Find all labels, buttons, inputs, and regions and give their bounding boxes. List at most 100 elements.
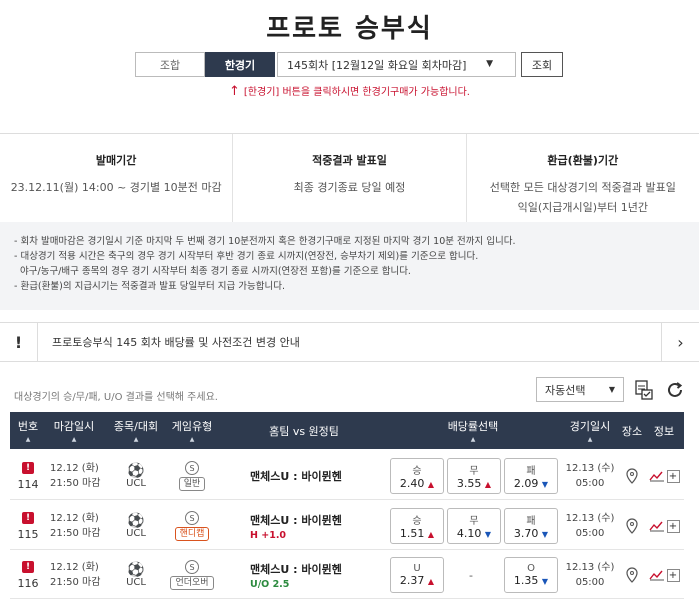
soccer-ball-icon: ⚽ (127, 512, 145, 529)
odds-up-icon: ▲ (427, 480, 435, 489)
close-time: 21:50 마감 (50, 478, 101, 489)
info-sale-period: 발매기간 23.12.11(월) 14:00 ~ 경기별 10분전 마감 (0, 134, 234, 222)
odds-button[interactable]: 승 1.51 ▲ (390, 508, 444, 544)
table-header: 번호 ▲ 마감일시 ▲ 종목/대회 ▲ 게임유형 ▲ 홈팀 vs 원정팀 배당률선택 ▲ … (10, 412, 684, 449)
game-type-tag: 언더오버 (170, 576, 214, 590)
close-date: 12.12 (화) (50, 562, 99, 573)
sports-s-icon: S (185, 461, 199, 475)
odds-down-icon: ▼ (541, 577, 549, 586)
location-pin-icon[interactable] (625, 567, 639, 583)
exclamation-icon: ! (0, 322, 38, 362)
lookup-button[interactable]: 조회 (521, 52, 563, 77)
tab-single-game[interactable]: 한경기 (205, 52, 275, 77)
soccer-ball-icon: ⚽ (127, 462, 145, 479)
add-info-icon[interactable]: + (666, 469, 680, 483)
odds-button[interactable]: 무 3.55 ▲ (447, 458, 501, 494)
table-row: ! 114 12.12 (화) 21:50 마감 ⚽ UCL S 일반 맨체스U… (10, 452, 684, 500)
league-name: UCL (126, 576, 146, 588)
odds-label: 무 (469, 516, 479, 527)
odds-label: O (527, 563, 535, 574)
odds-label: 패 (526, 466, 536, 477)
info-title: 환급(환불)기간 (547, 154, 619, 167)
note-line: - 환급(환불)의 지급시기는 적중결과 발표 당일부터 지급 가능합니다. (14, 281, 285, 292)
close-time: 21:50 마감 (50, 577, 101, 588)
info-result-date: 적중결과 발표일 최종 경기종료 당일 예정 (233, 134, 467, 222)
th-sport[interactable]: 종목/대회 ▲ (106, 412, 166, 449)
info-value: 선택한 모든 대상경기의 적중결과 발표일 (489, 181, 676, 194)
game-date: 12.13 (수) (565, 463, 615, 474)
sports-s-icon: S (185, 511, 199, 525)
round-select[interactable]: 145회차 [12월12일 화요일 회차마감] ▼ (277, 52, 516, 77)
th-teams: 홈팀 vs 원정팀 (269, 424, 339, 438)
th-odds: 배당률선택 ▲ (447, 420, 499, 443)
odds-button[interactable]: 승 2.40 ▲ (390, 458, 444, 494)
arrow-up-icon: ↑ (228, 84, 240, 99)
round-select-value: 145회차 [12월12일 화요일 회차마감] (287, 58, 467, 72)
odds-button[interactable]: U 2.37 ▲ (390, 557, 444, 593)
tab-combination[interactable]: 조합 (135, 52, 205, 77)
close-date: 12.12 (화) (50, 463, 99, 474)
odds-button[interactable]: O 1.35 ▼ (504, 557, 558, 593)
selection-guide: 대상경기의 승/무/패, U/O 결과를 선택해 주세요. (14, 392, 218, 403)
sale-info-panel: 발매기간 23.12.11(월) 14:00 ~ 경기별 10분전 마감 적중결… (0, 134, 699, 222)
odds-value: 2.37 (399, 574, 425, 587)
odds-value: 1.51 (399, 527, 425, 540)
odds-value: 1.35 (513, 574, 539, 587)
odds-value: 2.09 (513, 477, 539, 490)
banner-text: 프로토승부식 145 회차 배당률 및 사전조건 변경 안내 (52, 336, 300, 349)
caret-down-icon: ▼ (486, 59, 493, 69)
auto-select-dropdown[interactable]: 자동선택 ▼ (536, 377, 624, 402)
th-close-time[interactable]: 마감일시 ▲ (46, 412, 102, 449)
notice-badge-icon[interactable]: ! (22, 511, 34, 524)
game-number: 114 (17, 477, 39, 491)
odds-label: 승 (412, 466, 422, 477)
odds-button[interactable]: 패 2.09 ▼ (504, 458, 558, 494)
stats-chart-icon[interactable] (648, 520, 665, 532)
chevron-right-icon[interactable]: › (661, 322, 699, 362)
game-type-tag: 핸디캡 (174, 527, 210, 541)
odds-up-icon: ▲ (427, 530, 435, 539)
add-info-icon[interactable]: + (666, 568, 680, 582)
odds-value: 2.40 (399, 477, 425, 490)
odds-value: 3.55 (456, 477, 482, 490)
refresh-icon[interactable] (664, 379, 686, 401)
notice-badge-icon[interactable]: ! (22, 461, 34, 474)
info-title: 발매기간 (95, 154, 137, 167)
rules-notes: - 회차 발매마감은 경기일시 기준 마지막 두 번째 경기 10분전까지 혹은… (0, 222, 699, 310)
location-pin-icon[interactable] (625, 518, 639, 534)
stats-chart-icon[interactable] (648, 470, 665, 482)
th-info: 정보 (653, 424, 675, 438)
th-venue: 장소 (621, 424, 643, 438)
table-row: ! 116 12.12 (화) 21:50 마감 ⚽ UCL S 언더오버 맨체… (10, 551, 684, 599)
soccer-ball-icon: ⚽ (127, 561, 145, 578)
th-game-type[interactable]: 게임유형 ▲ (166, 412, 218, 449)
th-number[interactable]: 번호 ▲ (10, 412, 46, 449)
notice-text: [한경기] 버튼을 클릭하시면 한경기구매가 가능합니다. (243, 87, 470, 98)
info-value: 23.12.11(월) 14:00 ~ 경기별 10분전 마감 (10, 181, 222, 194)
info-value: 최종 경기종료 당일 예정 (293, 181, 406, 194)
odds-button[interactable]: 무 4.10 ▼ (447, 508, 501, 544)
odds-button[interactable]: 패 3.70 ▼ (504, 508, 558, 544)
league-name: UCL (126, 477, 146, 489)
match-condition: H +1.0 (250, 529, 287, 541)
odds-empty: - (469, 569, 473, 582)
add-info-icon[interactable]: + (666, 519, 680, 533)
match-teams: 맨체스U : 바이뮌헨 (250, 470, 342, 483)
game-number: 115 (17, 527, 39, 541)
odds-up-icon: ▲ (484, 480, 492, 489)
announcement-banner[interactable]: ! 프로토승부식 145 회차 배당률 및 사전조건 변경 안내 › (0, 322, 699, 362)
th-game-time[interactable]: 경기일시 ▲ (562, 412, 618, 449)
checklist-icon[interactable] (633, 379, 655, 401)
single-game-notice: ↑ [한경기] 버튼을 클릭하시면 한경기구매가 가능합니다. (0, 83, 699, 99)
notice-badge-icon[interactable]: ! (22, 560, 34, 573)
odds-label: 무 (469, 466, 479, 477)
league-name: UCL (126, 527, 146, 539)
auto-select-value: 자동선택 (545, 383, 586, 397)
odds-down-icon: ▼ (484, 530, 492, 539)
game-date: 12.13 (수) (565, 562, 615, 573)
location-pin-icon[interactable] (625, 468, 639, 484)
game-type-tag: 일반 (178, 477, 206, 491)
note-line: - 회차 발매마감은 경기일시 기준 마지막 두 번째 경기 10분전까지 혹은… (14, 236, 516, 247)
stats-chart-icon[interactable] (648, 569, 665, 581)
note-line: 야구/농구/배구 종목의 경우 경기 시작부터 최종 경기 종료 시까지(연장전… (14, 266, 411, 277)
